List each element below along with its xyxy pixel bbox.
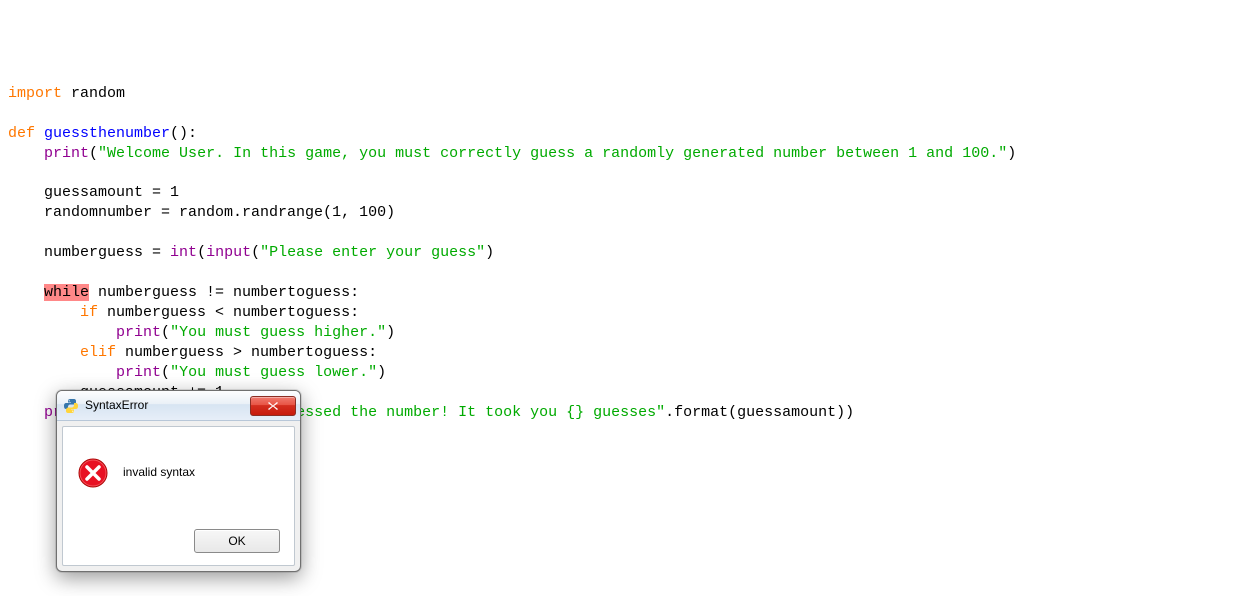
dialog-content: invalid syntax	[77, 445, 280, 521]
code-text: )	[386, 324, 395, 341]
builtin-input: input	[206, 244, 251, 261]
syntax-error-dialog: SyntaxError invalid syntax OK	[56, 390, 301, 572]
builtin-print: print	[116, 364, 161, 381]
code-text: numberguess < numbertoguess:	[98, 304, 359, 321]
builtin-print: print	[44, 145, 89, 162]
code-text: numberguess != numbertoguess:	[89, 284, 359, 301]
string-literal: "You must guess higher."	[170, 324, 386, 341]
code-text: )	[485, 244, 494, 261]
module-name: random	[62, 85, 125, 102]
keyword-elif: elif	[80, 344, 116, 361]
close-button[interactable]	[250, 396, 296, 416]
dialog-body: invalid syntax OK	[62, 426, 295, 566]
code-text: )	[1007, 145, 1016, 162]
error-icon	[77, 457, 109, 489]
string-literal: "Welcome User. In this game, you must co…	[98, 145, 1007, 162]
code-text: )	[377, 364, 386, 381]
code-editor: import random def guessthenumber(): prin…	[8, 84, 1248, 423]
code-text: .format(guessamount))	[665, 404, 854, 421]
code-text: numberguess =	[44, 244, 170, 261]
keyword-def: def	[8, 125, 35, 142]
builtin-int: int	[170, 244, 197, 261]
dialog-titlebar[interactable]: SyntaxError	[57, 391, 300, 421]
function-name: guessthenumber	[35, 125, 170, 142]
dialog-buttons: OK	[77, 521, 280, 553]
code-text: (	[161, 324, 170, 341]
code-text: (	[161, 364, 170, 381]
ok-button[interactable]: OK	[194, 529, 280, 553]
builtin-print: print	[116, 324, 161, 341]
keyword-import: import	[8, 85, 62, 102]
dialog-title: SyntaxError	[85, 398, 250, 414]
dialog-message: invalid syntax	[123, 465, 195, 481]
string-literal: "You must guess lower."	[170, 364, 377, 381]
code-text: (	[251, 244, 260, 261]
python-icon	[63, 398, 79, 414]
close-icon	[267, 401, 279, 411]
keyword-if: if	[80, 304, 98, 321]
syntax-error-highlight: while	[44, 284, 89, 301]
code-text: randomnumber = random.randrange(1, 100)	[44, 204, 395, 221]
code-text: numberguess > numbertoguess:	[116, 344, 377, 361]
code-text: ():	[170, 125, 197, 142]
string-literal: "Please enter your guess"	[260, 244, 485, 261]
code-text: (	[197, 244, 206, 261]
code-text: (	[89, 145, 98, 162]
code-text: guessamount = 1	[44, 184, 179, 201]
